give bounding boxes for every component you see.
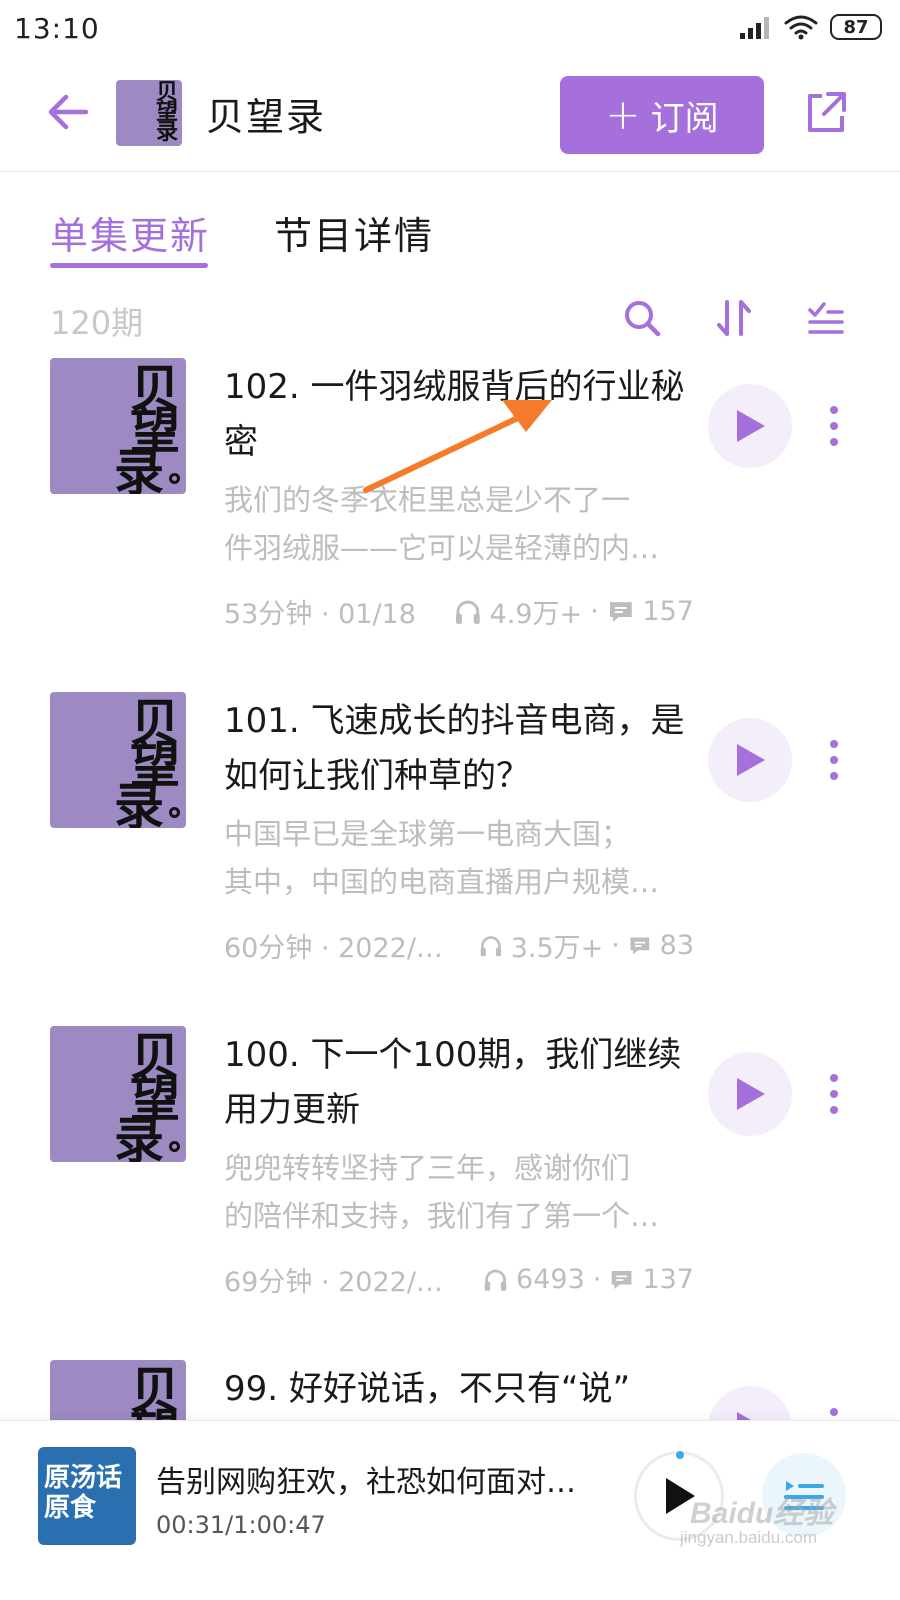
cover-char: 录 [155, 120, 178, 145]
episode-description: 我们的冬季衣柜里总是少不了一 件羽绒服——它可以是轻薄的内… [224, 476, 694, 572]
headphones-icon [455, 600, 480, 624]
cover-char: 录 [114, 1112, 164, 1162]
description-line: 的陪伴和支持，我们有了第一个… [224, 1199, 660, 1233]
play-icon [737, 744, 765, 776]
episode-cover: 贝 望 录 [50, 692, 186, 828]
play-button[interactable] [708, 384, 792, 468]
episode-description: 中国早已是全球第一电商大国； 其中，中国的电商直播用户规模… [224, 810, 694, 906]
meta-separator: · [592, 1264, 602, 1295]
cover-dot [169, 807, 180, 818]
share-icon[interactable] [802, 88, 850, 136]
description-line: 兜兜转转坚持了三年，感谢你们 [224, 1151, 631, 1185]
subscribe-label: 订阅 [650, 98, 719, 139]
episode-meta: 53分钟 · 01/18 4.9万+ · 157 [224, 592, 694, 631]
episode-cover: 贝 望 录 [50, 358, 186, 494]
description-line: 中国早已是全球第一电商大国； [224, 817, 631, 851]
cover-dot [169, 473, 180, 484]
description-line: 其中，中国的电商直播用户规模… [224, 865, 660, 899]
back-arrow-icon[interactable] [44, 88, 92, 136]
meta-separator: · [611, 930, 620, 961]
episode-meta: 60分钟 · 2022/… 3.5万+ · 83 [224, 926, 694, 965]
cover-char: 录 [114, 444, 164, 494]
episode-count: 120期 [50, 304, 144, 342]
meta-separator: · [590, 596, 599, 627]
playback-time: 00:31/1:00:47 [156, 1511, 326, 1539]
watermark-url: jingyan.baidu.com [680, 1528, 818, 1547]
description-line: 件羽绒服——它可以是轻薄的内… [224, 531, 660, 565]
cover-text: 原汤话原食 [44, 1463, 123, 1523]
more-options-icon[interactable] [822, 404, 846, 448]
episode-title: 99. 好好说话，不只有“说” [224, 1369, 631, 1409]
episode-title: 102. 一件羽绒服背后的行业秘密 [224, 367, 685, 462]
active-tab-indicator [50, 263, 208, 268]
wifi-icon [784, 15, 818, 40]
watermark: Baidu经验 [690, 1497, 834, 1530]
tab-episode-updates[interactable]: 单集更新 [50, 205, 210, 260]
episode-comments: 83 [659, 930, 694, 961]
more-options-icon[interactable] [822, 738, 846, 782]
play-button[interactable] [708, 1052, 792, 1136]
episode-comments: 157 [642, 596, 694, 627]
episode-meta: 69分钟 · 2022/… 6493 · 137 [224, 1260, 694, 1299]
episode-cover: 贝 望 录 [50, 1026, 186, 1162]
comment-icon [630, 937, 650, 954]
episode-plays: 4.9万+ [489, 599, 583, 630]
headphones-icon [480, 935, 502, 956]
play-icon [737, 1078, 765, 1110]
sort-icon[interactable] [714, 298, 754, 338]
comment-icon [609, 601, 632, 622]
episode-title: 100. 下一个100期，我们继续用力更新 [224, 1035, 682, 1130]
progress-indicator [676, 1451, 684, 1459]
episode-duration-date: 60分钟 · 2022/… [224, 933, 443, 964]
episode-duration-date: 69分钟 · 2022/… [224, 1267, 443, 1298]
now-playing-title: 告别网购狂欢，社恐如何面对… [156, 1465, 576, 1500]
comment-icon [612, 1270, 632, 1289]
cover-dot [169, 1141, 180, 1152]
cover-char: 录 [114, 778, 164, 828]
headphones-icon [484, 1269, 507, 1291]
list-toolbar: 120期 [0, 296, 900, 346]
podcast-header: 贝 望 录 贝望录 + 订阅 [0, 62, 900, 172]
tab-program-details[interactable]: 节目详情 [274, 205, 434, 260]
episode-title: 101. 飞速成长的抖音电商，是如何让我们种草的？ [224, 701, 685, 796]
episode-plays: 3.5万+ [510, 933, 604, 964]
battery-indicator: 87 [830, 14, 882, 40]
signal-icon [740, 15, 772, 39]
tab-bar: 单集更新 节目详情 [0, 205, 900, 275]
subscribe-button[interactable]: + 订阅 [560, 76, 764, 154]
play-button[interactable] [708, 718, 792, 802]
more-options-icon[interactable] [822, 1072, 846, 1116]
description-line: 我们的冬季衣柜里总是少不了一 [224, 483, 631, 517]
search-icon[interactable] [622, 298, 662, 338]
plus-icon: + [605, 90, 641, 139]
podcast-title: 贝望录 [206, 95, 327, 139]
status-time: 13:10 [14, 12, 100, 45]
status-bar: 13:10 87 [0, 0, 900, 62]
multi-select-icon[interactable] [806, 298, 846, 338]
podcast-cover-small: 贝 望 录 [116, 80, 182, 146]
episode-description: 兜兜转转坚持了三年，感谢你们 的陪伴和支持，我们有了第一个… [224, 1144, 694, 1240]
now-playing-cover: 原汤话原食 [38, 1447, 136, 1545]
episode-plays: 6493 [516, 1264, 585, 1295]
episode-duration-date: 53分钟 · 01/18 [224, 599, 416, 630]
episode-comments: 137 [642, 1264, 694, 1295]
play-icon [737, 410, 765, 442]
status-icons: 87 [740, 14, 882, 40]
